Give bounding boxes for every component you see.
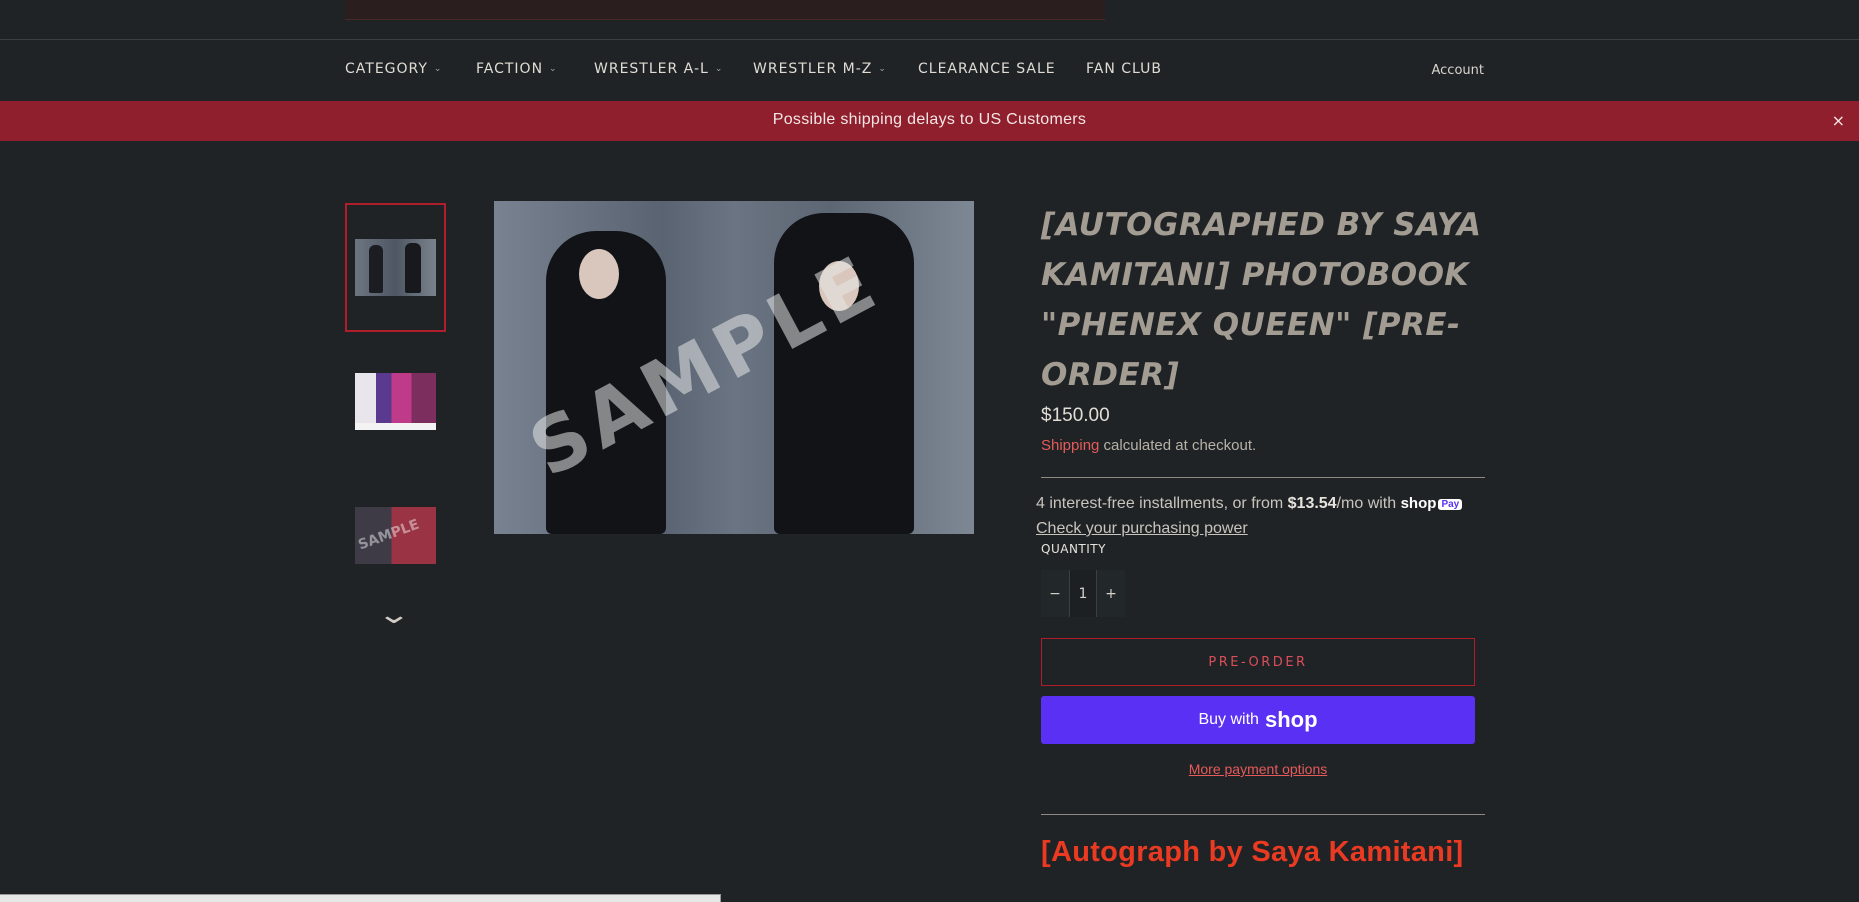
- thumbnail-1[interactable]: [345, 203, 446, 332]
- nav-item-label: CLEARANCE SALE: [918, 61, 1056, 77]
- quantity-input[interactable]: 1: [1069, 570, 1097, 617]
- browser-status-bar: [0, 894, 721, 902]
- thumbnail-2[interactable]: [345, 337, 446, 466]
- product-info: [AUTOGRAPHED BY SAYA KAMITANI] PHOTOBOOK…: [1041, 200, 1485, 400]
- quantity-stepper: − 1 +: [1041, 570, 1125, 617]
- chevron-down-icon: ⌄: [433, 64, 443, 74]
- thumbnail-image: [355, 373, 436, 430]
- installments-suffix: /mo with: [1336, 495, 1401, 512]
- chevron-down-icon: ⌄: [878, 64, 887, 74]
- shipping-link[interactable]: Shipping: [1041, 437, 1099, 454]
- announcement-banner: Possible shipping delays to US Customers…: [0, 101, 1859, 141]
- quantity-decrease-button[interactable]: −: [1041, 570, 1069, 617]
- thumbnail-image: [355, 507, 436, 564]
- quantity-label: QUANTITY: [1041, 542, 1106, 556]
- more-payment-options-link[interactable]: More payment options: [1041, 761, 1475, 777]
- shop-pay-badge: Pay: [1438, 498, 1463, 510]
- nav-item-label: CATEGORY: [345, 61, 428, 77]
- chevron-down-icon[interactable]: ⌄: [376, 600, 411, 630]
- face-left: [579, 249, 619, 299]
- nav-item-label: FACTION: [476, 61, 544, 77]
- quantity-increase-button[interactable]: +: [1097, 570, 1125, 617]
- description-heading: [Autograph by Saya Kamitani]: [1041, 836, 1464, 868]
- thumbnail-3[interactable]: [345, 471, 446, 600]
- shipping-text: calculated at checkout.: [1099, 437, 1257, 454]
- shop-pay-label: shop: [1400, 495, 1437, 512]
- nav-item-label: WRESTLER M-Z: [753, 61, 873, 77]
- close-icon[interactable]: ×: [1832, 111, 1845, 130]
- installments-text: 4 interest-free installments, or from $1…: [1036, 495, 1463, 513]
- nav-item-label: FAN CLUB: [1086, 61, 1162, 77]
- nav-item-faction[interactable]: FACTION ⌄: [476, 61, 558, 77]
- product-title: [AUTOGRAPHED BY SAYA KAMITANI] PHOTOBOOK…: [1041, 207, 1482, 393]
- main-nav: CATEGORY ⌄ FACTION ⌄ WRESTLER A-L ⌄ WRES…: [0, 41, 1859, 101]
- nav-item-label: WRESTLER A-L: [594, 61, 709, 77]
- check-purchasing-power-link[interactable]: Check your purchasing power: [1036, 520, 1248, 538]
- product-price: $150.00: [1041, 405, 1110, 426]
- top-header-strip: [0, 0, 1859, 40]
- chevron-down-icon: ⌄: [714, 64, 724, 74]
- main-product-image[interactable]: SAMPLE: [494, 201, 974, 534]
- nav-item-wrestler-a-l[interactable]: WRESTLER A-L ⌄: [594, 61, 723, 77]
- installments-amount: $13.54: [1287, 495, 1337, 512]
- divider: [1041, 814, 1485, 815]
- shop-pay-logo: shop Pay: [1401, 495, 1463, 512]
- search-bar[interactable]: [345, 0, 1105, 20]
- buy-with-shop-button[interactable]: Buy with shop: [1041, 696, 1475, 744]
- buy-with-label: Buy with: [1198, 711, 1259, 728]
- nav-item-wrestler-m-z[interactable]: WRESTLER M-Z ⌄: [753, 61, 887, 77]
- pre-order-button[interactable]: PRE-ORDER: [1041, 638, 1475, 686]
- shop-logo: shop: [1264, 707, 1318, 732]
- nav-item-fan-club[interactable]: FAN CLUB: [1086, 61, 1162, 77]
- shipping-note: Shipping calculated at checkout.: [1041, 437, 1256, 454]
- installments-prefix: 4 interest-free installments, or from: [1036, 495, 1288, 512]
- banner-message: Possible shipping delays to US Customers: [772, 111, 1087, 128]
- nav-item-category[interactable]: CATEGORY ⌄: [345, 61, 442, 77]
- nav-item-clearance-sale[interactable]: CLEARANCE SALE: [918, 61, 1056, 77]
- divider: [1041, 477, 1485, 478]
- account-link[interactable]: Account: [1432, 63, 1485, 78]
- thumbnail-image: [355, 239, 436, 296]
- chevron-down-icon: ⌄: [549, 64, 558, 74]
